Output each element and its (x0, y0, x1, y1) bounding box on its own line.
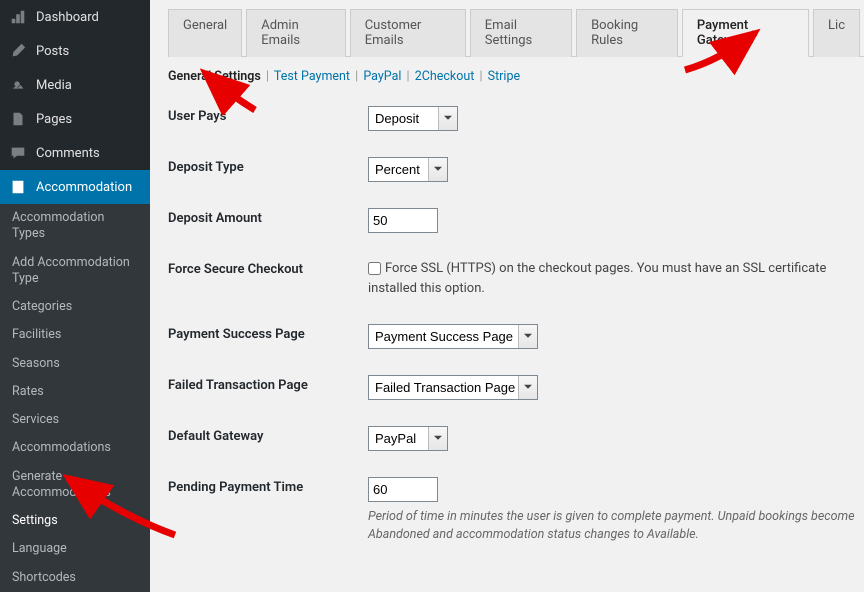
select-deposit-type[interactable]: Percent (368, 157, 448, 182)
sidebar-sub-add-accommodation-type[interactable]: Add Accommodation Type (0, 249, 150, 294)
sidebar-item-dashboard[interactable]: Dashboard (0, 0, 150, 34)
label-pending-time: Pending Payment Time (168, 477, 368, 495)
pin-icon (8, 41, 28, 61)
subnav-paypal[interactable]: PayPal (363, 69, 401, 84)
subnav-2checkout[interactable]: 2Checkout (415, 69, 475, 84)
tab-payment-gateways[interactable]: Payment Gateways (682, 9, 809, 57)
tab-booking-rules[interactable]: Booking Rules (576, 9, 678, 57)
select-user-pays[interactable]: Deposit (368, 106, 458, 131)
sidebar-sub-categories[interactable]: Categories (0, 293, 150, 321)
select-default-gateway[interactable]: PayPal (368, 426, 448, 451)
dashboard-icon (8, 7, 28, 27)
sidebar-label: Pages (36, 112, 72, 127)
label-deposit-type: Deposit Type (168, 157, 368, 175)
sidebar-item-pages[interactable]: Pages (0, 102, 150, 136)
sidebar-item-media[interactable]: Media (0, 68, 150, 102)
subnav-test-payment[interactable]: Test Payment (274, 69, 350, 84)
sidebar-label: Accommodation (36, 180, 132, 195)
label-failed-page: Failed Transaction Page (168, 375, 368, 393)
select-success-page[interactable]: Payment Success Page (368, 324, 538, 349)
label-force-ssl: Force Secure Checkout (168, 259, 368, 277)
tab-customer-emails[interactable]: Customer Emails (350, 9, 466, 57)
settings-tabs: General Admin Emails Customer Emails Ema… (168, 8, 864, 57)
sidebar-sub-language[interactable]: Language (0, 535, 150, 563)
label-deposit-amount: Deposit Amount (168, 208, 368, 226)
desc-pending-time: Period of time in minutes the user is gi… (368, 508, 864, 543)
main-content: General Admin Emails Customer Emails Ema… (150, 0, 864, 555)
sidebar-sub-facilities[interactable]: Facilities (0, 321, 150, 349)
tab-email-settings[interactable]: Email Settings (470, 9, 572, 57)
sidebar-sub-services[interactable]: Services (0, 406, 150, 434)
admin-sidebar: Dashboard Posts Media Pages Comments Acc… (0, 0, 150, 555)
checkbox-force-ssl[interactable] (368, 262, 381, 275)
sidebar-sub-settings[interactable]: Settings (0, 507, 150, 535)
input-pending-time[interactable] (368, 477, 438, 502)
sidebar-sub-shortcodes[interactable]: Shortcodes (0, 564, 150, 592)
payment-subnav: General Settings | Test Payment | PayPal… (168, 69, 864, 84)
building-icon (8, 177, 28, 197)
label-default-gateway: Default Gateway (168, 426, 368, 444)
media-icon (8, 75, 28, 95)
label-user-pays: User Pays (168, 106, 368, 124)
sidebar-sub-seasons[interactable]: Seasons (0, 350, 150, 378)
subnav-stripe[interactable]: Stripe (488, 69, 520, 84)
sidebar-label: Media (36, 78, 72, 93)
sidebar-submenu: Accommodation Types Add Accommodation Ty… (0, 204, 150, 592)
sidebar-item-comments[interactable]: Comments (0, 136, 150, 170)
tab-general[interactable]: General (168, 9, 242, 57)
sidebar-sub-accommodation-types[interactable]: Accommodation Types (0, 204, 150, 249)
sidebar-sub-generate-accommodations[interactable]: Generate Accommodations (0, 463, 150, 508)
tab-admin-emails[interactable]: Admin Emails (246, 9, 345, 57)
sidebar-label: Posts (36, 44, 69, 59)
page-icon (8, 109, 28, 129)
sidebar-sub-accommodations[interactable]: Accommodations (0, 434, 150, 462)
label-success-page: Payment Success Page (168, 324, 368, 342)
sidebar-label: Comments (36, 146, 100, 161)
sidebar-item-posts[interactable]: Posts (0, 34, 150, 68)
select-failed-page[interactable]: Failed Transaction Page (368, 375, 538, 400)
input-deposit-amount[interactable] (368, 208, 438, 233)
sidebar-label: Dashboard (36, 10, 99, 25)
sidebar-sub-rates[interactable]: Rates (0, 378, 150, 406)
tab-license[interactable]: Lic (813, 9, 860, 57)
sidebar-item-accommodation[interactable]: Accommodation (0, 170, 150, 204)
subnav-general-settings[interactable]: General Settings (168, 69, 261, 84)
checkbox-label-force-ssl[interactable]: Force SSL (HTTPS) on the checkout pages.… (368, 261, 826, 296)
comment-icon (8, 143, 28, 163)
